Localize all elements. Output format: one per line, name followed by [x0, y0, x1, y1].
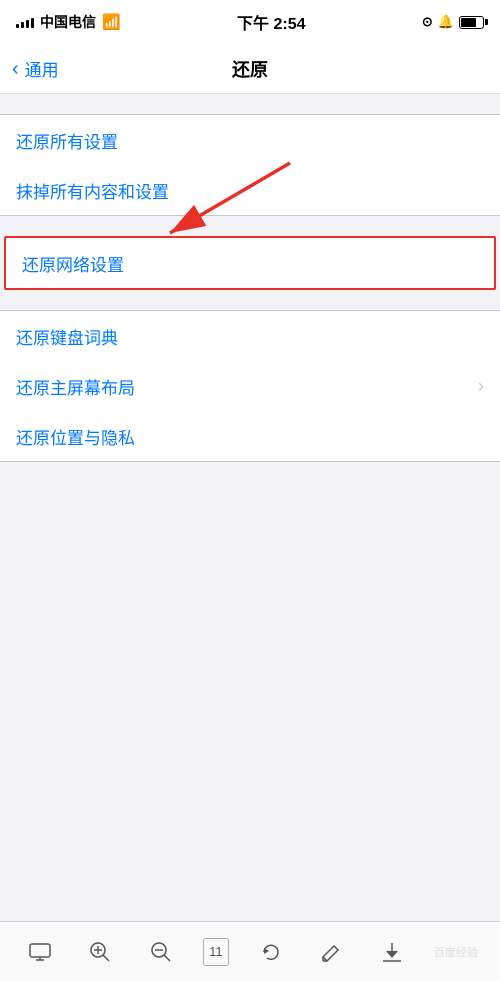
section-1: 还原所有设置 抹掉所有内容和设置	[0, 114, 500, 216]
status-bar: 中国电信 📶 下午 2:54 ⊙ 🔔	[0, 0, 500, 44]
reset-all-settings-label: 还原所有设置	[16, 128, 118, 153]
back-button[interactable]: ‹ 通用	[12, 56, 59, 81]
back-label: 通用	[25, 56, 59, 81]
wifi-icon: 📶	[102, 13, 121, 31]
section-group-1: 还原所有设置 抹掉所有内容和设置	[0, 114, 500, 216]
signal-bar-1	[16, 24, 19, 28]
page-num-btn[interactable]: 11	[203, 938, 229, 966]
monitor-svg	[29, 943, 51, 961]
alarm-icon: 🔔	[438, 14, 454, 30]
signal-bars	[16, 16, 34, 28]
zoom-in-btn[interactable]	[82, 934, 118, 970]
refresh-svg	[260, 941, 282, 963]
reset-network-label: 还原网络设置	[22, 251, 124, 276]
page-number-label: 11	[209, 944, 223, 959]
battery-fill	[461, 18, 476, 27]
signal-bar-4	[31, 18, 34, 28]
reset-location-label: 还原位置与隐私	[16, 424, 135, 449]
section-group-3: 还原键盘词典 还原主屏幕布局 › 还原位置与隐私	[0, 310, 500, 462]
edit-btn[interactable]	[313, 934, 349, 970]
highlighted-network-section: 还原网络设置	[4, 236, 496, 290]
reset-home-screen-label: 还原主屏幕布局	[16, 374, 135, 399]
bottom-toolbar: 11 百度经验	[0, 921, 500, 981]
erase-all-content-item[interactable]: 抹掉所有内容和设置	[0, 165, 500, 215]
reset-network-item[interactable]: 还原网络设置	[6, 238, 494, 288]
nav-bar: ‹ 通用 还原	[0, 44, 500, 94]
erase-all-content-label: 抹掉所有内容和设置	[16, 178, 169, 203]
download-btn[interactable]	[374, 934, 410, 970]
screen-icon[interactable]	[22, 934, 58, 970]
battery-icon	[459, 16, 484, 29]
page-title: 还原	[232, 56, 268, 82]
reset-keyboard-label: 还原键盘词典	[16, 324, 118, 349]
home-screen-chevron-icon: ›	[478, 376, 484, 397]
refresh-btn[interactable]	[253, 934, 289, 970]
signal-bar-2	[21, 22, 24, 28]
carrier-label: 中国电信	[40, 12, 96, 32]
status-right: ⊙ 🔔	[422, 14, 484, 30]
reset-all-settings-item[interactable]: 还原所有设置	[0, 115, 500, 165]
watermark-label: 百度经验	[434, 944, 478, 960]
status-left: 中国电信 📶	[16, 12, 121, 32]
zoom-in-svg	[89, 941, 111, 963]
status-time: 下午 2:54	[237, 10, 305, 34]
reset-location-item[interactable]: 还原位置与隐私	[0, 411, 500, 461]
reset-keyboard-item[interactable]: 还原键盘词典	[0, 311, 500, 361]
signal-bar-3	[26, 20, 29, 28]
edit-svg	[320, 941, 342, 963]
reset-home-screen-item[interactable]: 还原主屏幕布局 ›	[0, 361, 500, 411]
download-svg	[381, 941, 403, 963]
circle-icon: ⊙	[422, 14, 433, 30]
section-3: 还原键盘词典 还原主屏幕布局 › 还原位置与隐私	[0, 310, 500, 462]
zoom-out-btn[interactable]	[143, 934, 179, 970]
zoom-out-svg	[150, 941, 172, 963]
section-gap-1	[0, 216, 500, 236]
back-chevron-icon: ‹	[12, 59, 19, 79]
